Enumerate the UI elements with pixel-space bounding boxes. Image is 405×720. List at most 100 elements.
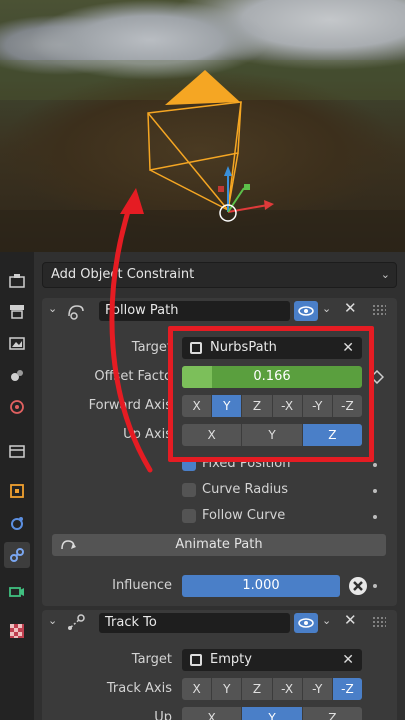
collapse-chevron-icon[interactable]: ⌄ — [48, 614, 57, 627]
animate-dot-icon[interactable] — [373, 463, 377, 467]
curve-radius-checkbox[interactable]: Curve Radius — [182, 482, 288, 500]
axis-option-y[interactable]: Y — [242, 424, 303, 446]
axis-option-neg-z[interactable]: -Z — [332, 678, 362, 700]
scene-icon — [10, 400, 24, 414]
chevron-down-icon[interactable]: ⌄ — [322, 302, 331, 315]
close-icon[interactable]: ✕ — [344, 611, 357, 629]
track-axis-label: Track Axis — [106, 681, 172, 696]
influence-label: Influence — [112, 578, 172, 593]
keyframe-icon[interactable] — [370, 370, 384, 384]
animate-dot-icon[interactable] — [373, 489, 377, 493]
constraint-tab[interactable] — [4, 542, 30, 568]
target-value: Empty — [210, 652, 252, 667]
drag-grip-icon[interactable] — [372, 616, 386, 628]
axis-option-z[interactable]: Z — [242, 395, 273, 417]
track-to-panel: ⌄ Track To ⌄ ✕ Target Empty ✕ Track Axis… — [42, 610, 397, 720]
up-axis-selector[interactable]: XYZ — [182, 707, 362, 720]
offset-factor-fill — [182, 366, 212, 388]
follow-path-icon — [68, 305, 84, 320]
follow-path-panel: ⌄ Follow Path ⌄ ✕ Target NurbsPath ✕ Off… — [42, 298, 397, 606]
checkbox-box — [182, 509, 196, 523]
curve-object-icon — [190, 342, 202, 354]
collapse-chevron-icon[interactable]: ⌄ — [48, 302, 57, 315]
axis-option-z[interactable]: Z — [242, 678, 273, 700]
target-label: Target — [131, 652, 172, 667]
influence-value: 1.000 — [242, 578, 280, 593]
viewport-scene — [0, 60, 405, 252]
animate-dot-icon[interactable] — [373, 515, 377, 519]
object-tab[interactable] — [4, 478, 30, 504]
clear-icon[interactable]: ✕ — [342, 649, 354, 671]
view-layer-tab[interactable] — [4, 362, 30, 388]
offset-factor-slider[interactable]: 0.166 — [182, 366, 362, 388]
target-field[interactable]: Empty ✕ — [182, 649, 362, 671]
constraint-icon — [10, 548, 24, 562]
output-icon — [9, 337, 25, 350]
offset-factor-label: Offset Facto — [94, 369, 172, 384]
collection-tab[interactable] — [4, 438, 30, 464]
visibility-toggle[interactable] — [294, 613, 318, 633]
follow-path-header: ⌄ Follow Path ⌄ ✕ — [42, 298, 397, 324]
axis-option-x[interactable]: X — [182, 424, 243, 446]
axis-option-neg-y[interactable]: -Y — [303, 678, 333, 700]
tool-tab[interactable] — [4, 268, 30, 294]
eye-icon — [298, 306, 314, 316]
scene-tab[interactable] — [4, 394, 30, 420]
up-axis-selector[interactable]: XYZ — [182, 424, 362, 446]
drag-grip-icon[interactable] — [372, 304, 386, 316]
target-value: NurbsPath — [210, 340, 277, 355]
track-to-header: ⌄ Track To ⌄ ✕ — [42, 610, 397, 636]
data-icon — [9, 587, 24, 597]
axis-option-neg-x[interactable]: -X — [273, 395, 303, 417]
axis-option-x[interactable]: X — [182, 678, 213, 700]
track-axis-selector[interactable]: X Y Z -X -Y -Z — [182, 678, 362, 700]
curve-radius-label: Curve Radius — [202, 482, 289, 497]
target-field[interactable]: NurbsPath ✕ — [182, 337, 362, 359]
offset-factor-value: 0.166 — [253, 369, 291, 384]
3d-viewport[interactable] — [0, 0, 405, 252]
forward-axis-selector[interactable]: X Y Z -X -Y -Z — [182, 395, 362, 417]
add-object-constraint-dropdown[interactable]: Add Object Constraint ⌄ — [42, 262, 397, 288]
output-tab[interactable] — [4, 330, 30, 356]
influence-slider[interactable]: 1.000 — [182, 575, 340, 597]
target-label: Target — [131, 340, 172, 355]
axis-option-y[interactable]: Y — [242, 707, 303, 720]
modifier-tab[interactable] — [4, 510, 30, 536]
fixed-position-label: Fixed Position — [202, 456, 291, 471]
axis-option-neg-z[interactable]: -Z — [333, 395, 362, 417]
chevron-down-icon: ⌄ — [380, 268, 390, 281]
properties-tab-strip — [0, 252, 34, 720]
chevron-down-icon[interactable]: ⌄ — [322, 614, 331, 627]
checkbox-box — [182, 457, 196, 471]
axis-option-y[interactable]: Y — [212, 395, 243, 417]
visibility-toggle[interactable] — [294, 301, 318, 321]
disable-keep-transform-icon[interactable] — [348, 576, 368, 596]
texture-icon — [10, 624, 24, 638]
track-to-icon — [68, 614, 85, 630]
constraint-name-field[interactable]: Track To — [99, 613, 290, 633]
render-tab[interactable] — [4, 298, 30, 324]
eye-icon — [298, 618, 314, 628]
empty-object-icon — [190, 654, 202, 666]
close-icon[interactable]: ✕ — [344, 299, 357, 317]
checkbox-box — [182, 483, 196, 497]
axis-option-z[interactable]: Z — [303, 707, 362, 720]
constraint-name-field[interactable]: Follow Path — [99, 301, 290, 321]
view-layer-icon — [11, 370, 23, 381]
axis-option-x[interactable]: X — [182, 395, 213, 417]
fixed-position-checkbox[interactable]: Fixed Position — [182, 456, 290, 474]
up-axis-label: Up Axis — [123, 427, 172, 442]
object-icon — [10, 484, 24, 498]
data-tab[interactable] — [4, 578, 30, 604]
animate-path-button[interactable]: Animate Path — [52, 534, 386, 556]
clear-icon[interactable]: ✕ — [342, 337, 354, 359]
axis-option-x[interactable]: X — [182, 707, 243, 720]
axis-option-neg-y[interactable]: -Y — [303, 395, 333, 417]
axis-option-z[interactable]: Z — [302, 424, 362, 446]
animate-path-label: Animate Path — [175, 537, 263, 552]
axis-option-y[interactable]: Y — [212, 678, 243, 700]
texture-tab[interactable] — [4, 618, 30, 644]
animate-dot-icon[interactable] — [373, 584, 377, 588]
axis-option-neg-x[interactable]: -X — [273, 678, 303, 700]
follow-curve-checkbox[interactable]: Follow Curve — [182, 508, 285, 526]
